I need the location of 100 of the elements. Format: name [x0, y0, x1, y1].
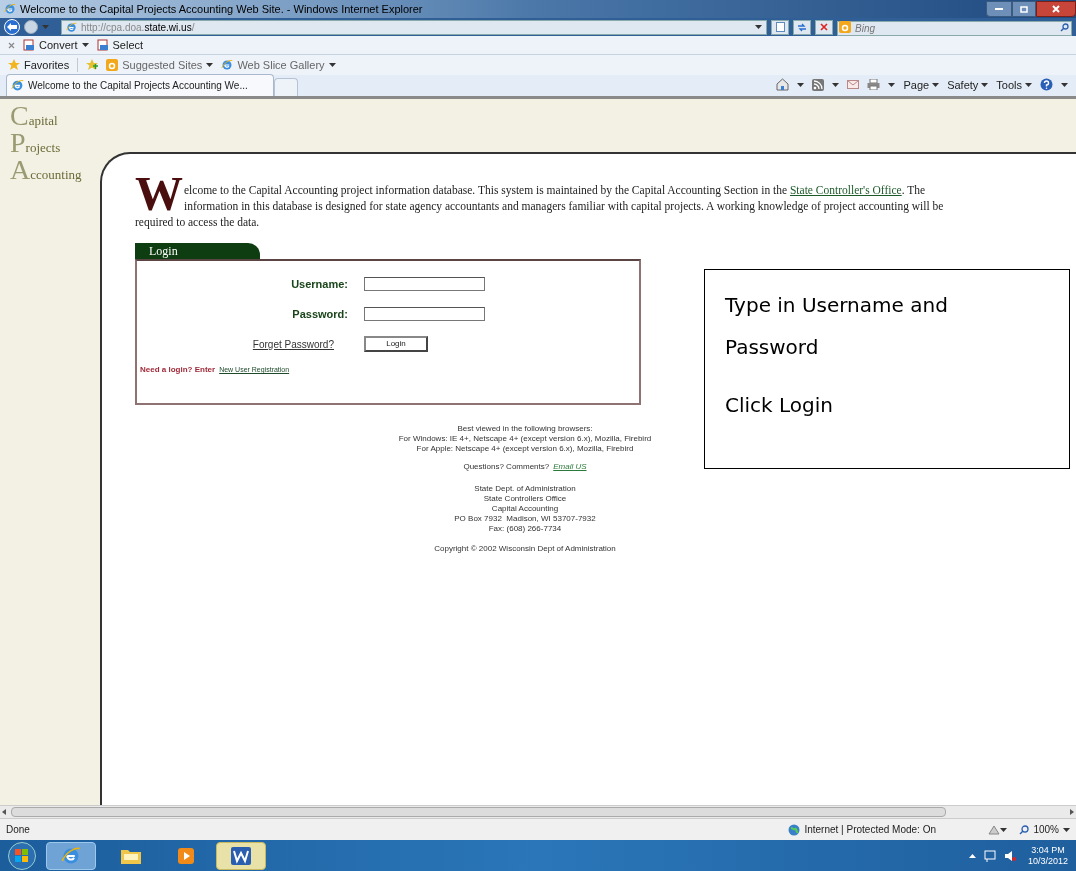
field-label: Password: [291, 306, 348, 322]
close-button[interactable] [1036, 1, 1076, 17]
url-text: http://cpa.doa.state.wi.us/ [81, 20, 196, 35]
forgot-password-link[interactable]: Forget Password? [252, 336, 334, 352]
address-line: Fax: (608) 266-7734 [488, 524, 562, 534]
maximize-button[interactable] [1012, 1, 1036, 17]
toolbar-menu-button[interactable]: Page [903, 76, 940, 93]
dropdown-caret-icon [1061, 82, 1068, 87]
browser-tab[interactable]: Welcome to the Capital Projects Accounting We... [6, 74, 274, 96]
address-line: State Dept. of Administration [474, 484, 576, 494]
toolbar-menu-button[interactable]: Tools [996, 76, 1032, 93]
zoom-button[interactable]: 100% [1019, 822, 1070, 837]
document-w-icon [231, 846, 251, 865]
username-field[interactable] [364, 277, 485, 291]
email-link[interactable]: Email US [553, 462, 587, 472]
address-caret-icon [755, 25, 762, 29]
dropdown-caret-icon [1063, 827, 1070, 832]
dropdown-caret-icon [932, 82, 940, 87]
callout-text: Click Login [725, 392, 834, 419]
controllers-office-link[interactable]: State Controller's Office [789, 184, 902, 196]
scrollbar-thumb[interactable] [11, 807, 946, 817]
dropdown-caret-icon [1000, 827, 1008, 832]
tray-arrow-icon[interactable] [968, 853, 976, 858]
dropdown-caret-icon [888, 82, 896, 87]
copyright-text: Copyright © 2002 Wisconsin Dept of Administration [434, 544, 616, 554]
field-label: Username: [290, 276, 348, 292]
history-caret-icon [42, 25, 49, 29]
close-icon [1052, 5, 1060, 13]
clock-time: 3:04 PM [1031, 844, 1065, 856]
address-line: State Controllers Office [483, 494, 567, 504]
document-icon [23, 39, 35, 51]
compatibility-button[interactable] [771, 19, 789, 35]
browser-e-icon [61, 845, 81, 866]
scroll-left-icon[interactable] [2, 809, 7, 815]
address-field[interactable]: http://cpa.doa.state.wi.us/ [61, 19, 767, 35]
home-icon[interactable] [776, 78, 790, 92]
document-icon [96, 39, 109, 51]
minimize-icon [995, 7, 1003, 11]
add-favorite-star-icon[interactable] [86, 59, 99, 71]
address-line: Capital Accounting [491, 504, 559, 514]
toolbar-menu-button[interactable]: Safety [947, 76, 989, 93]
stop-button[interactable] [815, 19, 833, 35]
speaker-icon[interactable] [1003, 849, 1016, 862]
taskbar-browser-button[interactable] [46, 841, 96, 870]
search-field[interactable]: Bing [837, 20, 1072, 36]
dropdown-caret-icon [797, 82, 805, 87]
dropdown-caret-icon [328, 63, 336, 67]
logo-word: Projects [10, 132, 62, 159]
folder-icon [121, 847, 141, 864]
password-field[interactable] [364, 307, 485, 321]
questions-text: Questions? Comments? [463, 462, 550, 472]
stop-x-icon [820, 23, 828, 31]
magnifier-icon [1019, 824, 1030, 835]
search-icon [1060, 22, 1069, 32]
dropdown-caret-icon [832, 82, 840, 87]
refresh-button[interactable] [793, 19, 811, 35]
security-zone-text: Internet | Protected Mode: On [804, 823, 936, 837]
minimize-button[interactable] [986, 1, 1012, 17]
browser-note: For Windows: IE 4+, Netscape 4+ (except version 6.x), Mozilla, Firebird [398, 434, 652, 444]
scroll-right-icon[interactable] [1069, 809, 1074, 815]
browser-e-icon [66, 21, 77, 33]
mail-icon[interactable] [847, 80, 860, 90]
protected-mode-icon[interactable] [988, 824, 1001, 835]
login-button[interactable]: Login [364, 336, 428, 352]
command-button[interactable]: Convert [23, 36, 89, 54]
browser-note: For Apple: Netscape 4+ (except version 6.x), Mozilla, Firebird [416, 444, 634, 454]
dropdown-caret-icon [81, 43, 89, 47]
favorites-link[interactable]: Suggested Sites [106, 56, 214, 74]
help-icon[interactable] [1040, 78, 1053, 92]
refresh-arrows-icon [797, 22, 807, 32]
search-engine-icon [106, 59, 119, 71]
register-prompt: Need a login? Enter [140, 364, 216, 376]
start-button[interactable] [8, 841, 36, 870]
taskbar-word-button[interactable] [216, 841, 266, 870]
printer-icon[interactable] [867, 79, 881, 91]
window-title: Welcome to the Capital Projects Accounting Web Site. - Windows Internet Explorer [20, 1, 424, 17]
windows-logo-icon [15, 848, 29, 863]
maximize-icon [1020, 5, 1028, 13]
search-engine-icon [839, 20, 851, 33]
play-icon [178, 847, 194, 864]
favorites-link[interactable]: Web Slice Gallery [221, 56, 336, 74]
back-arrow-icon [7, 23, 17, 31]
dropdown-caret-icon [981, 82, 989, 87]
close-icon[interactable] [8, 41, 15, 49]
clock-date: 10/3/2012 [1027, 855, 1068, 867]
browser-e-icon [221, 59, 234, 71]
dropdown-caret-icon [206, 63, 214, 67]
favorites-button[interactable]: Favorites [8, 56, 70, 74]
callout-text: Type in Username and Password [725, 292, 949, 361]
back-button[interactable] [4, 19, 20, 35]
page-icon [775, 22, 785, 32]
login-header: Login [135, 243, 260, 259]
command-button[interactable]: Select [96, 36, 144, 54]
browser-e-icon [4, 3, 16, 15]
browser-e-icon [11, 79, 24, 92]
forward-button[interactable] [24, 20, 38, 34]
feed-icon[interactable] [812, 78, 825, 91]
star-icon [8, 59, 20, 71]
browser-note: Best viewed in the following browsers: [457, 424, 593, 434]
logo-word: Capital [10, 105, 59, 132]
